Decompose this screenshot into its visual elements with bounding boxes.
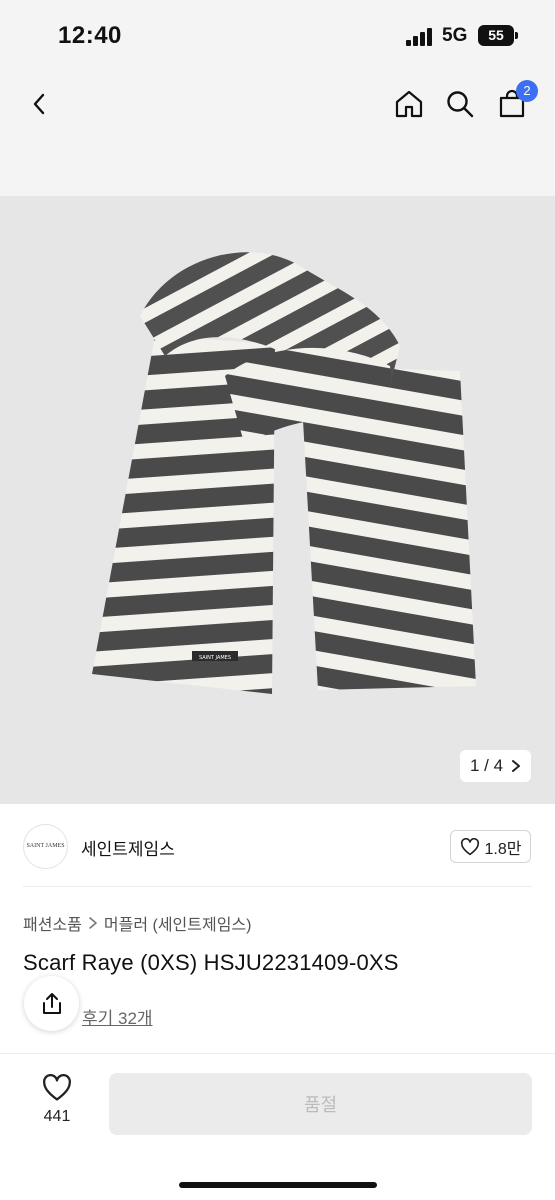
cart-button[interactable]: 2 [492, 80, 538, 124]
signal-icon [406, 28, 436, 46]
review-link[interactable]: 후기 32개 [82, 1004, 153, 1029]
share-icon [42, 992, 61, 1014]
battery-icon: 55 [478, 25, 518, 46]
home-icon [395, 90, 423, 118]
chevron-right-icon [512, 760, 521, 772]
brand-like-button[interactable]: 1.8만 [450, 830, 531, 863]
status-time: 12:40 [58, 22, 122, 49]
home-button[interactable] [389, 84, 429, 124]
product-image-gallery[interactable]: SAINT JAMES [0, 196, 555, 804]
top-nav: 2 [0, 70, 555, 196]
brand-name[interactable]: 세인트제임스 [81, 835, 175, 860]
breadcrumb: 패션소품 머플러 (세인트제임스) [23, 911, 251, 935]
chevron-left-icon [33, 93, 45, 115]
brand-row: SAINT JAMES 세인트제임스 1.8만 [0, 818, 555, 884]
heart-icon [460, 837, 479, 855]
network-label: 5G [442, 25, 468, 46]
divider [23, 886, 532, 887]
heart-icon [43, 1074, 71, 1101]
chevron-right-icon [89, 917, 97, 929]
wishlist-button[interactable]: 441 [28, 1074, 86, 1134]
status-bar: 12:40 5G 55 [0, 0, 555, 70]
search-button[interactable] [440, 84, 480, 124]
brand-logo-text: SAINT JAMES [26, 843, 65, 849]
search-icon [447, 91, 474, 118]
pager-text: 1 / 4 [469, 756, 504, 775]
wishlist-count: 441 [43, 1108, 71, 1125]
breadcrumb-category[interactable]: 패션소품 [23, 911, 82, 935]
image-pager[interactable]: 1 / 4 [460, 750, 531, 782]
sold-out-button[interactable]: 품절 [109, 1073, 532, 1135]
product-title: Scarf Raye (0XS) HSJU2231409-0XS [23, 950, 399, 975]
bottom-action-bar: 441 품절 [0, 1053, 555, 1200]
breadcrumb-subcategory[interactable]: 머플러 (세인트제임스) [104, 911, 252, 935]
cart-count-badge: 2 [516, 80, 538, 102]
home-indicator [179, 1182, 377, 1188]
brand-logo[interactable]: SAINT JAMES [23, 824, 68, 869]
share-button[interactable] [24, 976, 79, 1031]
brand-like-count: 1.8만 [484, 840, 522, 858]
scarf-image: SAINT JAMES [92, 252, 476, 694]
scarf-label: SAINT JAMES [199, 655, 231, 661]
back-button[interactable] [20, 84, 60, 124]
